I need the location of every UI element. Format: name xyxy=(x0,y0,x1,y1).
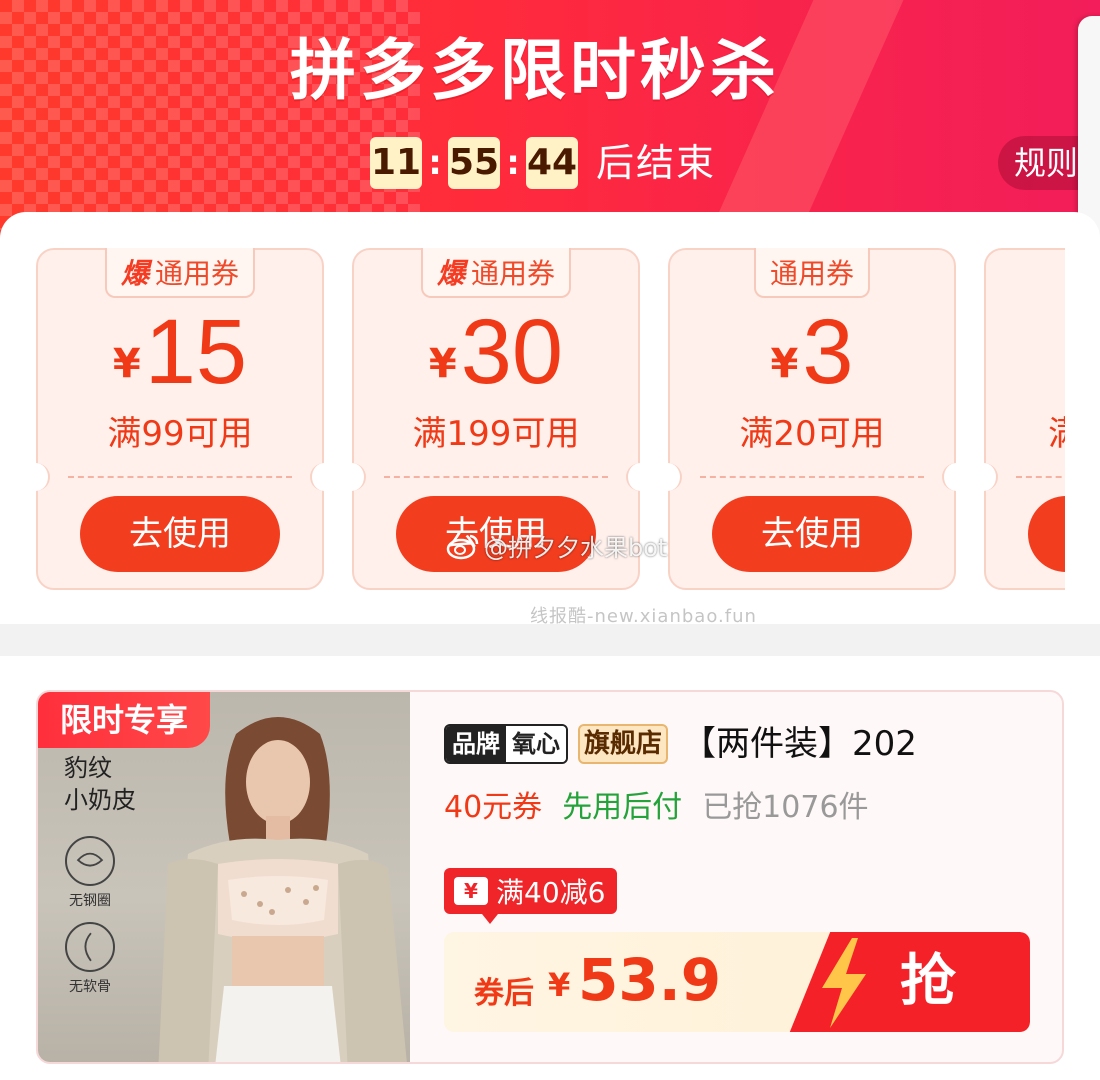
coupon-notch xyxy=(970,463,998,491)
coupon-currency: ¥ xyxy=(112,341,141,387)
price-bar: 券后 ¥ 53.9 抢 xyxy=(444,932,1030,1032)
feature-no-wire: 无钢圈 xyxy=(62,836,118,910)
coupon-card: 通用券 ¥3 满20可用 去使用 xyxy=(654,248,970,590)
coupon-type: 通用券 xyxy=(155,257,240,290)
product-title[interactable]: 【两件装】202 xyxy=(682,722,917,766)
coupon-condition: 满199可用 xyxy=(412,414,580,454)
coupon-tag: 爆 通用券 xyxy=(104,248,256,298)
discount-tag: ¥ 满40减6 xyxy=(444,868,618,924)
coupon-notch xyxy=(338,463,366,491)
product-title-row: 品牌 氧心 旗舰店 【两件装】202 xyxy=(444,722,1062,766)
feature-no-bone: 无软骨 xyxy=(62,922,118,996)
coupon-value: 3 xyxy=(802,301,854,403)
use-coupon-button[interactable]: 去使用 xyxy=(712,496,912,572)
price-prefix: 券后 xyxy=(474,976,534,1011)
coupon-value: 30 xyxy=(460,301,564,403)
product-image[interactable]: 限时专享 豹纹 小奶皮 无钢圈 无软骨 xyxy=(38,692,410,1062)
coupon-divider xyxy=(384,476,608,478)
countdown-timer: 11 : 55 : 44 后结束 xyxy=(370,135,716,191)
coupon-amount: ¥30 xyxy=(354,306,638,398)
coupon-tag: 通用券 xyxy=(753,248,871,298)
brand-label: 品牌 xyxy=(446,726,506,762)
coupon-card: 爆 通用券 ¥15 满99可用 去使用 xyxy=(22,248,338,590)
coupon-condition: 满 xyxy=(986,406,1065,455)
site-watermark: 线报酷-new.xianbao.fun xyxy=(530,606,757,627)
pay-later-tag: 先用后付 xyxy=(562,790,683,825)
coupon-notch xyxy=(942,463,970,491)
model-photo xyxy=(158,717,407,1062)
coupon-divider xyxy=(700,476,924,478)
limited-offer-badge: 限时专享 xyxy=(38,692,210,748)
price-currency: ¥ xyxy=(548,966,571,1004)
lightning-icon xyxy=(822,938,866,1028)
hot-badge: 爆 xyxy=(120,257,149,290)
coupon-card-partial[interactable]: 满 xyxy=(970,248,1065,590)
countdown-separator: : xyxy=(428,143,442,183)
feature-label: 无软骨 xyxy=(69,979,111,995)
grab-button-label: 抢 xyxy=(900,949,956,1014)
product-tags: 40元券 先用后付 已抢1076件 xyxy=(444,782,1062,826)
countdown-seconds: 44 xyxy=(526,137,578,189)
countdown-suffix: 后结束 xyxy=(596,141,717,185)
no-wire-icon xyxy=(65,836,115,886)
coupon-amount: ¥3 xyxy=(670,306,954,398)
coupon-notch xyxy=(310,463,338,491)
coupon-type: 通用券 xyxy=(471,257,556,290)
coupon-value: 15 xyxy=(144,301,248,403)
no-bone-icon xyxy=(65,922,115,972)
countdown-minutes: 55 xyxy=(448,137,500,189)
bra-cup-icon xyxy=(76,852,104,867)
coupon-yen-icon: ¥ xyxy=(454,877,488,905)
final-price: 53.9 xyxy=(578,946,722,1014)
brand-name: 氧心 xyxy=(506,726,566,762)
image-caption-line: 豹纹 xyxy=(64,754,112,782)
coupon-currency: ¥ xyxy=(428,341,457,387)
page-title: 拼多多限时秒杀 xyxy=(290,32,780,109)
discount-label: 满40减6 xyxy=(496,876,606,909)
coupon-divider xyxy=(1016,476,1065,478)
product-info: 品牌 氧心 旗舰店 【两件装】202 40元券 先用后付 已抢1076件 xyxy=(444,722,1062,826)
coupon-condition: 满99可用 xyxy=(107,414,253,454)
image-caption-line: 小奶皮 xyxy=(64,786,136,814)
weibo-icon xyxy=(446,534,479,559)
countdown-hours: 11 xyxy=(370,137,422,189)
grab-button[interactable]: 抢 xyxy=(789,932,1030,1032)
product-section: 限时专享 豹纹 小奶皮 无钢圈 无软骨 品牌 氧心 旗舰店 【两件装】202 4… xyxy=(0,656,1100,1080)
coupon-notch xyxy=(626,463,654,491)
hot-badge: 爆 xyxy=(436,257,465,290)
weibo-watermark: @拼夕夕水果bot xyxy=(446,528,667,563)
flagship-store-badge: 旗舰店 xyxy=(578,724,669,764)
coupon-tag: 爆 通用券 xyxy=(420,248,572,298)
flash-sale-page: 拼多多限时秒杀 11 : 55 : 44 后结束 规则 爆 通用券 ¥15 满9… xyxy=(0,0,1100,1080)
coupon-type: 通用券 xyxy=(769,257,855,290)
sold-count: 已抢1076件 xyxy=(702,790,869,825)
use-coupon-button[interactable]: 去使用 xyxy=(80,496,280,572)
product-card[interactable]: 限时专享 豹纹 小奶皮 无钢圈 无软骨 品牌 氧心 旗舰店 【两件装】202 4… xyxy=(36,690,1064,1064)
discount-tag-pointer xyxy=(482,914,498,924)
countdown-separator: : xyxy=(506,143,520,183)
coupon-tag: 40元券 xyxy=(444,790,543,825)
weibo-handle: @拼夕夕水果bot xyxy=(484,534,668,562)
coupon-divider xyxy=(68,476,292,478)
coupon-condition: 满20可用 xyxy=(739,414,885,454)
curve-icon xyxy=(84,932,92,962)
coupon-amount: ¥15 xyxy=(38,306,322,398)
brand-badge: 品牌 氧心 xyxy=(444,724,568,764)
feature-label: 无钢圈 xyxy=(69,893,111,909)
coupon-currency: ¥ xyxy=(770,341,799,387)
image-caption: 豹纹 小奶皮 xyxy=(64,752,136,816)
coupon-notch xyxy=(22,463,50,491)
use-coupon-button[interactable] xyxy=(1028,496,1065,572)
coupon-notch xyxy=(654,463,682,491)
